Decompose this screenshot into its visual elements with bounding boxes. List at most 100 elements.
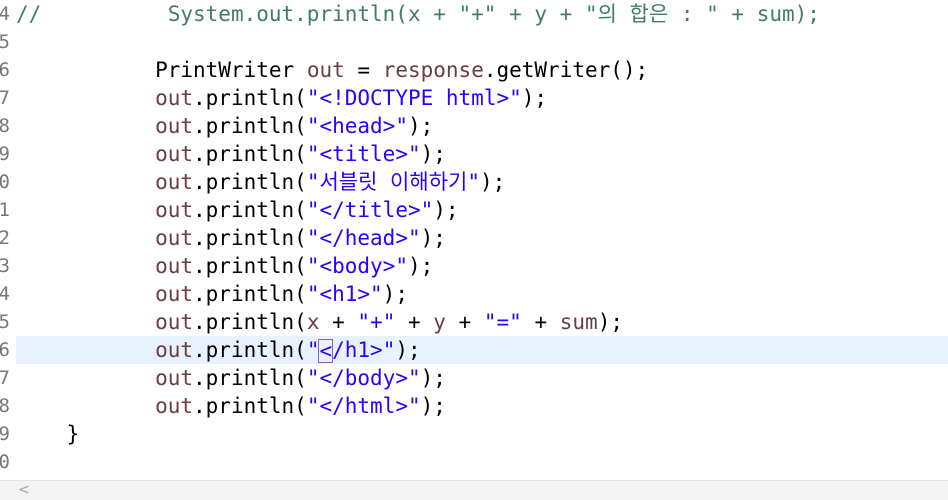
code-line-current[interactable]: out.println("</h1>");	[16, 336, 948, 364]
code-token: PrintWriter	[155, 58, 295, 82]
code-token: );	[420, 226, 446, 250]
code-token: .println(	[193, 282, 307, 306]
code-token: );	[521, 86, 548, 110]
code-token: out	[155, 86, 194, 110]
code-token: "<!DOCTYPE html>"	[306, 86, 522, 110]
line-number: 4	[0, 283, 10, 305]
code-line[interactable]: }	[16, 420, 948, 448]
code-token: );	[420, 394, 446, 418]
line-number: 4	[0, 3, 10, 25]
line-number: 9	[0, 143, 10, 165]
code-token: out	[155, 254, 194, 278]
line-number: 5	[0, 31, 10, 53]
code-token: .println(	[193, 114, 307, 138]
scrollbar-thumb[interactable]	[40, 486, 920, 494]
line-number: 6	[0, 339, 10, 361]
code-token: "="	[483, 310, 522, 334]
code-token: out	[155, 282, 194, 306]
code-editor[interactable]: 4 5 6 7 8 9 0 1 2 3 4 5 6 7 8 9 0 // System.out.println(…	[0, 0, 948, 480]
code-token: .println(	[193, 394, 307, 418]
code-token: out	[155, 366, 194, 390]
code-token: .println(	[193, 86, 307, 110]
code-token: out	[155, 394, 194, 418]
code-token: .println(	[193, 366, 307, 390]
code-token: +	[521, 310, 560, 334]
code-token: out	[155, 142, 194, 166]
code-line[interactable]: out.println("<h1>");	[16, 280, 948, 308]
code-token: out	[155, 114, 194, 138]
code-line[interactable]: out.println(x + "+" + y + "=" + sum);	[16, 308, 948, 336]
code-token: );	[407, 114, 434, 138]
code-token: "<body>"	[306, 254, 408, 278]
code-token: "<title>"	[306, 142, 421, 166]
line-number-gutter: 4 5 6 7 8 9 0 1 2 3 4 5 6 7 8 9 0	[0, 0, 12, 480]
line-number: 5	[0, 311, 10, 333]
code-line[interactable]: out.println("<body>");	[16, 252, 948, 280]
code-token: "</html>"	[306, 394, 421, 418]
code-line[interactable]: // System.out.println(x + "+" + y + "의 합…	[16, 0, 948, 28]
code-token: );	[395, 338, 421, 362]
code-token: "<h1>"	[306, 282, 383, 306]
code-line[interactable]: PrintWriter out = response.getWriter();	[16, 56, 948, 84]
line-number: 1	[0, 199, 10, 221]
code-token: "</body>"	[306, 366, 421, 390]
code-line[interactable]: out.println("</head>");	[16, 224, 948, 252]
code-token: out	[155, 310, 194, 334]
code-token: out	[306, 58, 345, 82]
code-token: .println(	[193, 338, 307, 362]
code-token: .println(	[193, 310, 307, 334]
line-number: 9	[0, 423, 10, 445]
code-line[interactable]	[16, 28, 948, 56]
line-number: 0	[0, 171, 10, 193]
code-line[interactable]	[16, 448, 948, 476]
line-number: 0	[0, 451, 10, 473]
code-token: /h1>"	[332, 338, 396, 362]
code-line[interactable]: out.println("<title>");	[16, 140, 948, 168]
code-token: );	[382, 282, 408, 306]
code-line[interactable]: out.println("<!DOCTYPE html>");	[16, 84, 948, 112]
code-token: x	[306, 310, 320, 334]
scroll-left-icon[interactable]: <	[18, 481, 30, 500]
code-token: =	[344, 58, 383, 82]
code-token: "+"	[357, 310, 396, 334]
line-number: 2	[0, 227, 10, 249]
text-cursor: <	[318, 339, 334, 363]
code-token: out	[155, 198, 194, 222]
code-line[interactable]: out.println("</html>");	[16, 392, 948, 420]
code-token: .println(	[193, 226, 307, 250]
code-line[interactable]: out.println("서블릿 이해하기");	[16, 168, 948, 196]
line-number: 8	[0, 395, 10, 417]
code-token: out	[155, 338, 194, 362]
code-token: );	[420, 366, 446, 390]
line-number: 7	[0, 367, 10, 389]
code-token: System.out.println(x + "+" + y + "의 합은 :…	[41, 2, 820, 26]
horizontal-scrollbar[interactable]: <	[0, 480, 948, 500]
code-token: );	[420, 142, 446, 166]
code-token: .println(	[193, 254, 307, 278]
code-line[interactable]: out.println("</body>");	[16, 364, 948, 392]
code-token: out	[155, 170, 194, 194]
code-token: +	[319, 310, 358, 334]
code-line[interactable]: out.println("<head>");	[16, 112, 948, 140]
code-token: y	[433, 310, 446, 334]
code-token: "</title>"	[306, 198, 434, 222]
code-token: out	[155, 226, 194, 250]
code-line[interactable]: out.println("</title>");	[16, 196, 948, 224]
code-token: "<head>"	[306, 114, 408, 138]
line-number: 7	[0, 87, 10, 109]
code-token: +	[395, 310, 434, 334]
code-token: sum	[559, 310, 598, 334]
code-token: .getWriter();	[483, 58, 649, 82]
